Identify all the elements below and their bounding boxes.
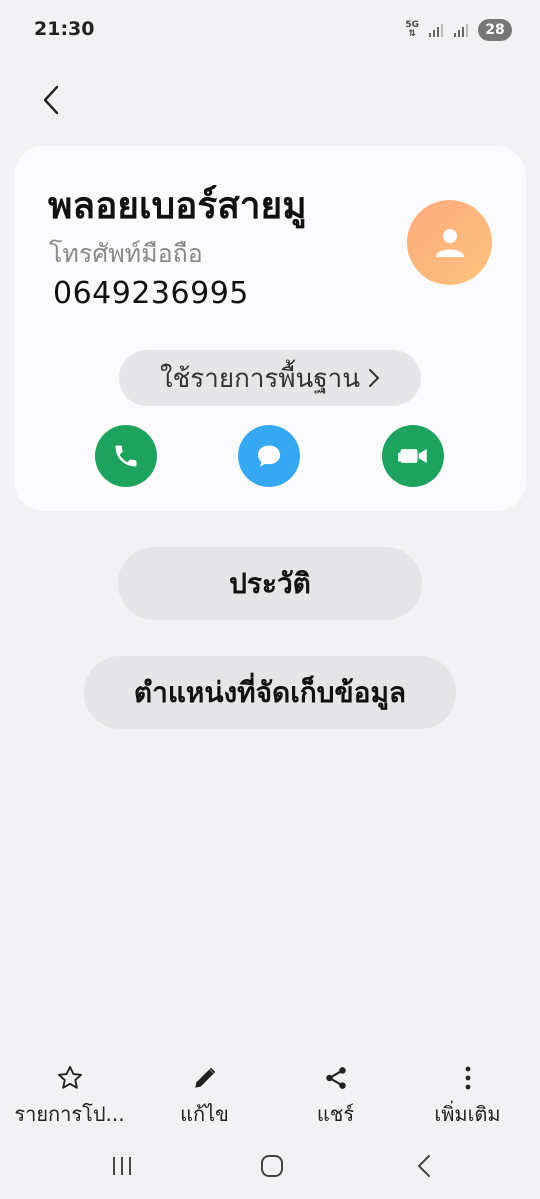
home-icon xyxy=(261,1155,283,1177)
back-button[interactable] xyxy=(34,82,68,118)
chevron-left-icon xyxy=(43,85,59,115)
battery-indicator: 28 xyxy=(478,19,512,41)
phone-number[interactable]: 0649236995 xyxy=(53,276,249,311)
video-icon xyxy=(398,449,427,463)
share-icon xyxy=(322,1064,350,1092)
video-call-button[interactable] xyxy=(382,425,444,487)
status-icons: 5G ⇅ 28 xyxy=(405,16,512,44)
bottom-toolbar: รายการโป... แก้ไข แชร์ เพิ่มเติม xyxy=(0,1058,540,1130)
contact-name: พลอยเบอร์สายมู xyxy=(48,184,307,227)
star-icon xyxy=(56,1064,84,1092)
signal-icon xyxy=(454,24,468,37)
recents-icon xyxy=(113,1157,131,1175)
phone-type-label: โทรศัพท์มือถือ xyxy=(49,239,203,268)
home-button[interactable] xyxy=(252,1148,292,1184)
set-default-chip[interactable]: ใช้รายการพื้นฐาน xyxy=(119,350,421,406)
set-default-label: ใช้รายการพื้นฐาน xyxy=(159,363,361,394)
person-icon xyxy=(435,228,464,257)
edit-button[interactable]: แก้ไข xyxy=(137,1058,272,1130)
more-icon xyxy=(454,1064,482,1092)
edit-icon xyxy=(191,1064,219,1092)
navigation-bar xyxy=(0,1140,540,1199)
network-indicator: 5G ⇅ xyxy=(405,20,419,39)
phone-icon xyxy=(115,445,137,467)
contact-card: พลอยเบอร์สายมู โทรศัพท์มือถือ 0649236995… xyxy=(14,146,526,511)
call-button[interactable] xyxy=(95,425,157,487)
back-icon xyxy=(418,1155,430,1177)
history-button[interactable]: ประวัติ xyxy=(118,547,422,620)
avatar[interactable] xyxy=(407,200,492,285)
status-bar: 21:30 5G ⇅ 28 xyxy=(0,0,540,60)
storage-location-button[interactable]: ตำแหน่งที่จัดเก็บข้อมูล xyxy=(84,656,456,729)
nav-back-button[interactable] xyxy=(404,1148,444,1184)
message-icon xyxy=(257,445,281,467)
share-button[interactable]: แชร์ xyxy=(268,1058,403,1130)
favorites-button[interactable]: รายการโป... xyxy=(2,1058,137,1130)
more-button[interactable]: เพิ่มเติม xyxy=(400,1058,535,1130)
edit-label: แก้ไข xyxy=(180,1102,229,1126)
share-label: แชร์ xyxy=(316,1102,355,1126)
signal-icon xyxy=(429,24,443,37)
more-label: เพิ่มเติม xyxy=(434,1102,501,1126)
favorites-label: รายการโป... xyxy=(14,1102,125,1126)
status-time: 21:30 xyxy=(34,18,95,40)
chevron-right-icon xyxy=(369,369,380,387)
message-button[interactable] xyxy=(238,425,300,487)
recents-button[interactable] xyxy=(102,1148,142,1184)
